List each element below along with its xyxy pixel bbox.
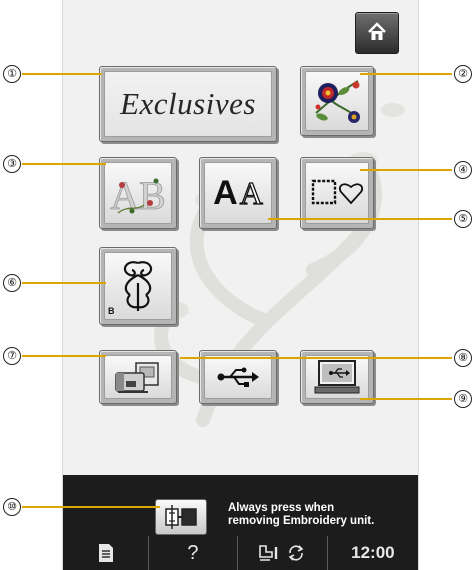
embroidery-selection-screen: Exclusives AB A A B Always press when re… (62, 0, 419, 570)
callout-number-3: ③ (3, 155, 21, 173)
callout-number-7: ⑦ (3, 347, 21, 365)
character-patterns-button[interactable]: A A (199, 157, 277, 229)
presser-foot-button[interactable] (236, 536, 327, 570)
home-icon (368, 22, 386, 40)
usb-icon (217, 367, 259, 387)
callout-line-3 (22, 163, 106, 165)
clock: 12:00 (326, 536, 418, 570)
callout-number-1: ① (3, 65, 21, 83)
callout-line-8 (180, 357, 452, 359)
rotate-arrows-icon (288, 545, 304, 561)
exclusives-button[interactable]: Exclusives (99, 66, 277, 142)
embroidery-unit-notice: Always press when removing Embroidery un… (228, 502, 408, 528)
frame-heart-icon (311, 179, 364, 205)
embroidery-patterns-button[interactable] (300, 66, 374, 136)
manual-button[interactable] (63, 536, 148, 570)
exclusives-label: Exclusives (120, 86, 256, 121)
callout-line-6 (22, 282, 106, 284)
notice-line-1: Always press when (228, 502, 335, 514)
embroidery-unit-icon (165, 505, 197, 529)
callout-number-6: ⑥ (3, 274, 21, 292)
embroidery-unit-button[interactable] (155, 499, 207, 535)
callout-number-8: ⑧ (454, 349, 472, 367)
callout-number-4: ④ (454, 161, 472, 179)
callout-number-5: ⑤ (454, 210, 472, 228)
callout-number-9: ⑨ (454, 390, 472, 408)
callout-line-4 (360, 169, 452, 171)
callout-number-10: ⑩ (3, 498, 21, 516)
utility-embroidery-button[interactable]: B (99, 247, 177, 325)
home-button[interactable] (355, 12, 399, 54)
machine-memory-icon (115, 362, 159, 393)
callout-line-9 (360, 398, 452, 400)
font-letter-bold: A (213, 173, 238, 212)
manual-page-icon (98, 544, 113, 562)
floral-embroidery-icon (315, 80, 360, 123)
variant-tag: B (108, 306, 115, 316)
callout-number-2: ② (454, 65, 472, 83)
help-button[interactable]: ? (148, 536, 236, 570)
callout-line-2 (360, 73, 452, 75)
font-letter-outline: A (239, 174, 263, 211)
computer-usb-icon (314, 360, 360, 394)
notice-line-2: removing Embroidery unit. (228, 515, 375, 527)
status-bar: ? 12:00 (63, 536, 418, 570)
presser-foot-icon (259, 545, 278, 561)
floral-alphabet-icon: AB (110, 173, 166, 219)
callout-line-1 (22, 73, 102, 75)
floral-alphabet-button[interactable]: AB (99, 157, 177, 229)
font-letters-icon: A A (204, 162, 272, 224)
machine-memory-button[interactable] (99, 350, 177, 404)
callout-line-5 (268, 218, 452, 220)
help-label: ? (187, 541, 199, 564)
scroll-motif-icon (123, 261, 153, 311)
callout-line-10 (22, 506, 160, 508)
callout-line-7 (22, 355, 106, 357)
